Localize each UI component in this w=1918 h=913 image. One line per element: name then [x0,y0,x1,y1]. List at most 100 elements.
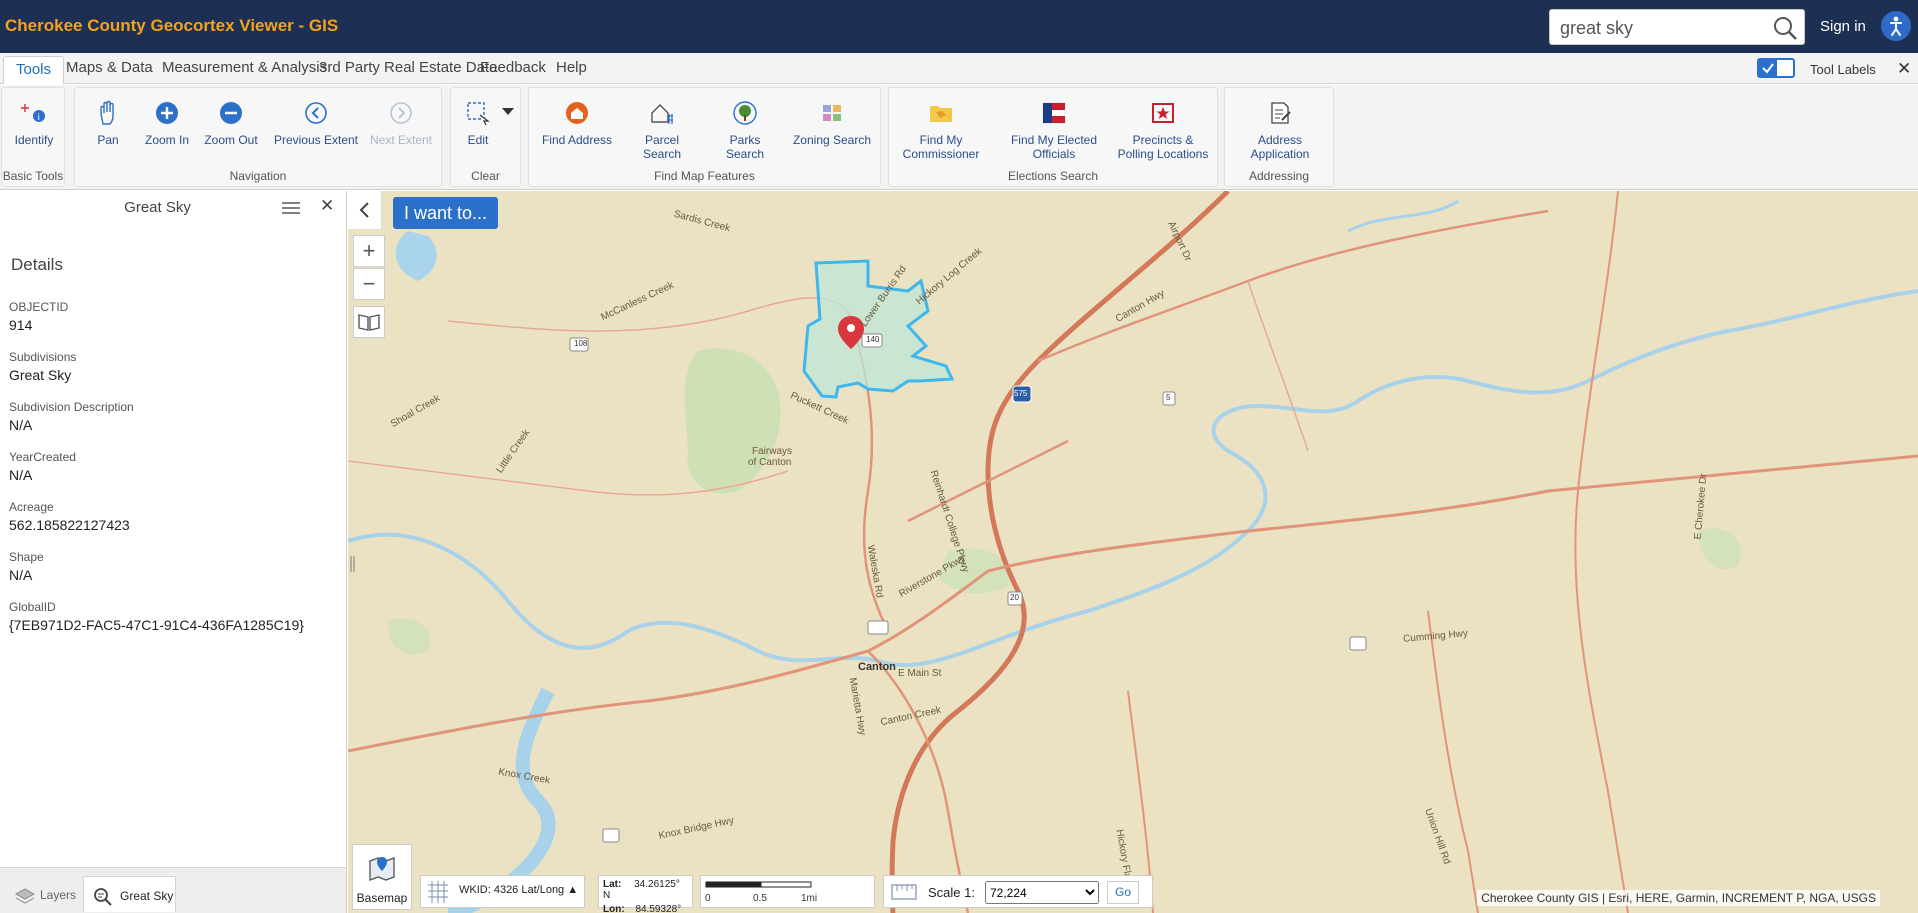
map-shield-108-text: 108 [574,339,588,348]
map-shield-575-text: 575 [1014,389,1028,398]
tools-ribbon: i Identify Basic Tools Pan Zoom In Zoom … [0,85,1918,190]
find-elected-label-line2: Officials [1032,147,1076,161]
state-flag-icon [1042,102,1066,124]
search-box[interactable] [1549,9,1805,45]
route-shield-140-south [867,620,889,635]
basemap-button[interactable]: Basemap [352,844,412,910]
wkid-label: WKID: 4326 Lat/Long [459,884,565,896]
map-zoom-in-button[interactable]: + [353,235,385,267]
tab-tools[interactable]: Tools [3,56,65,84]
zoom-in-button[interactable]: Zoom In [137,92,197,147]
collapse-panel-button[interactable] [348,191,382,229]
find-address-label: Find Address [541,133,613,147]
attr-globalid-value: {7EB971D2-FAC5-47C1-91C4-436FA1285C19} [9,617,304,633]
precincts-polling-button[interactable]: Precincts & Polling Locations [1117,92,1209,161]
attr-shape-name: Shape [9,550,44,564]
i-want-to-button[interactable]: I want to... [393,197,499,229]
previous-extent-button[interactable]: Previous Extent [273,92,359,147]
group-find-map-features: Find Address Parcel Search Parks Search [528,87,881,187]
find-commissioner-button[interactable]: Find My Commissioner [901,92,981,161]
attr-subdivisions-value: Great Sky [9,367,72,383]
attr-subdivisions-name: Subdivisions [9,350,77,364]
parcel-search-button[interactable]: Parcel Search [625,92,699,161]
lon-label: Lon: [603,904,625,913]
bookmarks-button[interactable] [353,306,385,338]
scale-ruler-icon [891,884,917,900]
scale-go-button[interactable]: Go [1107,881,1139,904]
search-input[interactable] [1560,16,1760,40]
scale-tick-1mi: 1mi [801,893,818,904]
group-navigation: Pan Zoom In Zoom Out Previous Extent Nex… [74,87,442,187]
find-address-button[interactable]: Find Address [541,92,613,147]
attr-globalid-name: GlobalID [9,600,56,614]
zoning-grid-icon [823,105,841,121]
document-pencil-icon [1271,102,1291,124]
precincts-label-line1: Precincts & [1132,133,1194,147]
search-icon[interactable] [1772,15,1798,41]
previous-extent-label: Previous Extent [273,133,359,147]
scale-input-box: Scale 1: 72,224 Go [883,875,1153,908]
layers-icon [14,888,36,904]
tab-real-estate-data[interactable]: 3rd Party Real Estate Data [319,59,497,76]
address-application-button[interactable]: Address Application [1237,92,1323,161]
zoom-in-label: Zoom In [144,133,189,147]
map-zoom-out-button[interactable]: − [353,268,385,300]
tab-maps-data[interactable]: Maps & Data [66,59,153,76]
pan-label: Pan [97,133,119,147]
identify-button[interactable]: i Identify [8,92,60,147]
panel-menu-icon[interactable] [281,201,301,217]
group-title-clear: Clear [471,169,500,183]
svg-text:i: i [38,113,41,123]
edit-dropdown-icon[interactable] [502,108,514,116]
chevron-left-icon [359,202,369,218]
pan-button[interactable]: Pan [83,92,133,147]
top-header-bar: Cherokee County Geocortex Viewer - GIS S… [0,0,1918,53]
map-label-fairways-line1: Fairways [752,446,793,457]
next-extent-button[interactable]: Next Extent [365,92,437,147]
scale-select[interactable]: 72,224 [985,881,1099,904]
parcel-search-label: Parcel Search [642,133,682,161]
attr-acreage-value: 562.185822127423 [9,517,130,533]
parks-search-label: Parks Search [725,133,765,161]
panel-resize-handle[interactable] [348,554,356,574]
tree-park-icon [733,101,757,125]
panel-close-icon[interactable]: ✕ [320,196,334,216]
zoom-out-button[interactable]: Zoom Out [199,92,263,147]
zoom-in-icon [156,102,178,124]
coordinate-system-selector[interactable]: WKID: 4326 Lat/Long ▲ [420,875,586,908]
tab-feedback[interactable]: Feedback [480,59,546,76]
zoning-search-button[interactable]: Zoning Search [792,92,872,147]
parks-search-button[interactable]: Parks Search [711,92,779,161]
zoom-out-icon [220,102,242,124]
attr-yearcreated-value: N/A [9,467,33,483]
tool-labels-toggle[interactable] [1757,58,1795,78]
find-elected-officials-button[interactable]: Find My Elected Officials [1010,92,1098,161]
attr-description-value: N/A [9,417,33,433]
map-view[interactable]: Lower Burris Rd Fairways of Canton Canto… [348,191,1918,913]
next-extent-icon [390,102,412,124]
edit-button[interactable]: Edit [457,92,499,147]
zoom-out-label: Zoom Out [204,133,258,147]
close-toolbar-icon[interactable]: ✕ [1897,59,1911,79]
layers-tab[interactable]: Layers [8,876,78,912]
tab-help[interactable]: Help [556,59,587,76]
precincts-label-line2: Polling Locations [1117,147,1209,161]
layers-tab-label: Layers [40,888,77,902]
attr-shape-value: N/A [9,567,33,583]
marker-center [847,324,855,332]
great-sky-results-tab[interactable]: Great Sky [83,876,176,912]
tool-labels-label: Tool Labels [1810,62,1876,77]
group-addressing: Address Application Addressing [1224,87,1334,187]
basemap-map-icon [369,857,395,881]
basemap-label: Basemap [356,891,408,905]
map-attribution: Cherokee County GIS | Esri, HERE, Garmin… [1477,890,1880,906]
attr-yearcreated-name: YearCreated [9,450,76,464]
identify-label: Identify [14,133,54,147]
accessibility-icon[interactable] [1881,11,1911,41]
group-title-basic-tools: Basic Tools [2,169,64,183]
attr-acreage-name: Acreage [9,500,54,514]
tab-measurement-analysis[interactable]: Measurement & Analysis [162,59,327,76]
map-label-e-main: E Main St [898,668,942,679]
panel-title: Great Sky [124,199,191,216]
sign-in-link[interactable]: Sign in [1820,18,1866,35]
